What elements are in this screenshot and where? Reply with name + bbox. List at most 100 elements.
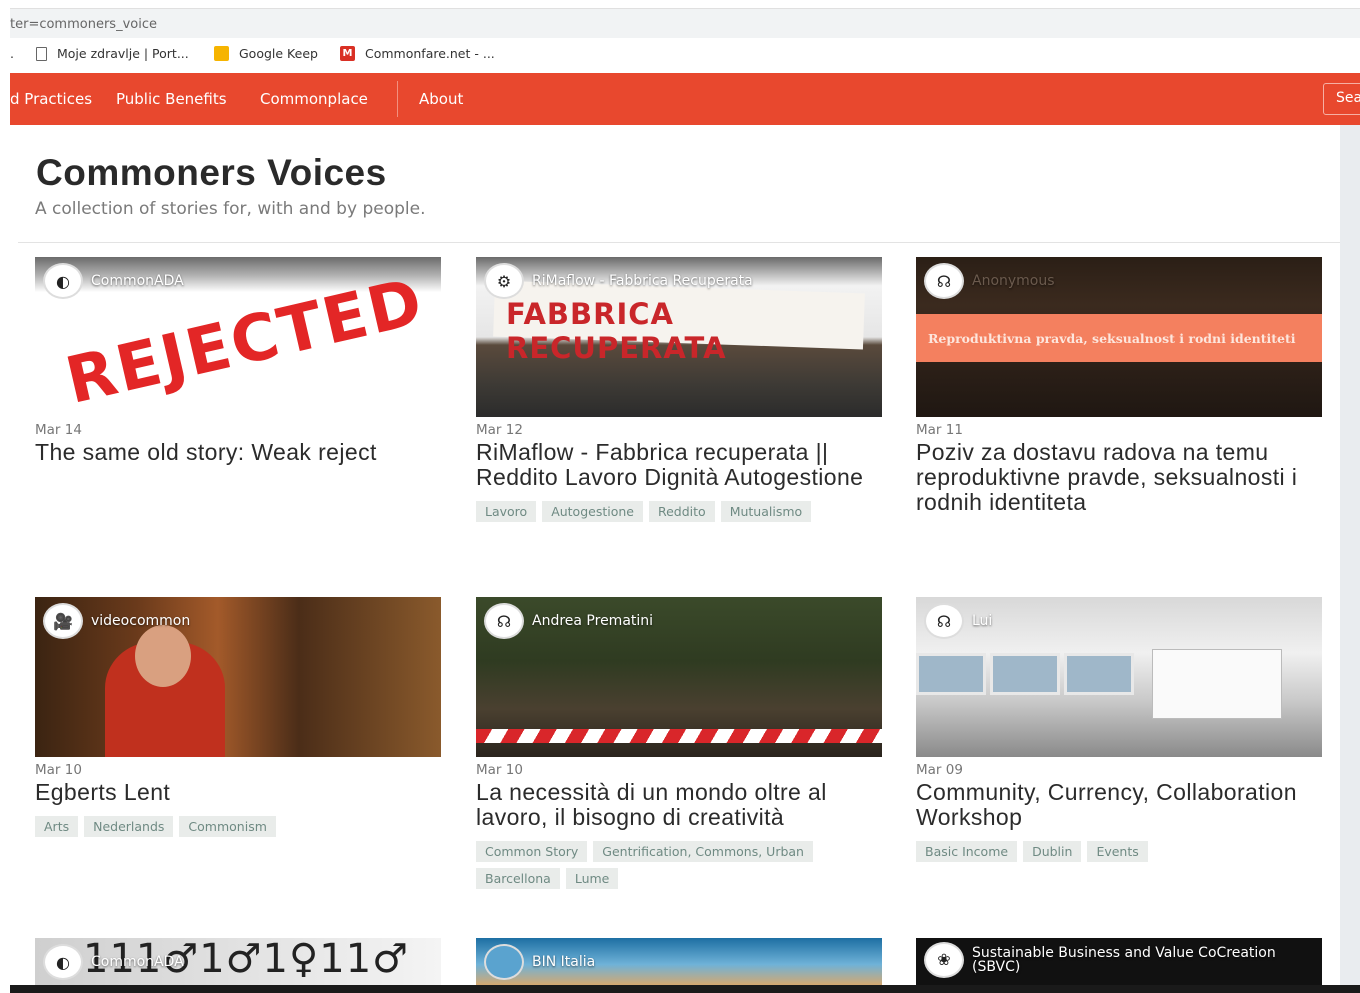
tag[interactable]: Autogestione bbox=[542, 501, 643, 522]
bookmark-commonfare[interactable]: M Commonfare.net - ... bbox=[340, 46, 495, 61]
nav-item-commonplace[interactable]: Commonplace bbox=[260, 90, 368, 108]
story-card[interactable]: Reproduktivna pravda, seksualnost i rodn… bbox=[916, 257, 1322, 515]
gmail-icon: M bbox=[340, 46, 355, 61]
author-name: Anonymous bbox=[972, 273, 1055, 289]
story-image[interactable]: ❀ Sustainable Business and Value CoCreat… bbox=[916, 938, 1322, 986]
author[interactable]: ◐ CommonADA bbox=[43, 944, 184, 980]
story-image[interactable]: BIN Italia bbox=[476, 938, 882, 986]
story-title[interactable]: RiMaflow - Fabbrica recuperata || Reddit… bbox=[476, 440, 882, 490]
window-edge bbox=[0, 0, 10, 993]
author-name: CommonADA bbox=[91, 954, 184, 970]
window bbox=[1064, 653, 1134, 695]
story-card[interactable]: ☊ Andrea Prematini Mar 10 La necessità d… bbox=[476, 597, 882, 889]
tag[interactable]: Events bbox=[1087, 841, 1148, 862]
story-card[interactable]: BIN Italia bbox=[476, 938, 882, 986]
page-icon bbox=[36, 46, 47, 61]
bookmark-separator: . bbox=[10, 46, 14, 61]
tag[interactable]: Lume bbox=[565, 868, 619, 889]
story-card[interactable]: REJECTED ◐ CommonADA Mar 14 The same old… bbox=[35, 257, 441, 465]
window bbox=[916, 653, 986, 695]
tag[interactable]: Mutualismo bbox=[720, 501, 812, 522]
avatar: ⚙ bbox=[484, 263, 524, 299]
story-title[interactable]: Poziv za dostavu radova na temu reproduk… bbox=[916, 440, 1322, 515]
tag[interactable]: Lavoro bbox=[476, 501, 537, 522]
tag[interactable]: Commonism bbox=[179, 816, 276, 837]
author-name: Sustainable Business and Value CoCreatio… bbox=[972, 945, 1276, 975]
author-name: Andrea Prematini bbox=[532, 613, 654, 629]
story-title[interactable]: Community, Currency, Collaboration Works… bbox=[916, 780, 1322, 830]
bookmark-google-keep[interactable]: Google Keep bbox=[214, 46, 318, 61]
tag[interactable]: Common Story bbox=[476, 841, 588, 862]
story-image[interactable]: 🎥 videocommon bbox=[35, 597, 441, 757]
story-title[interactable]: La necessità di un mondo oltre al lavoro… bbox=[476, 780, 882, 830]
story-date: Mar 09 bbox=[916, 762, 963, 778]
avatar bbox=[484, 944, 524, 980]
story-card[interactable]: 111♂1♂1♀11♂ ◐ CommonADA bbox=[35, 938, 441, 986]
story-date: Mar 14 bbox=[35, 422, 82, 438]
whiteboard bbox=[1152, 649, 1282, 719]
author[interactable]: 🎥 videocommon bbox=[43, 603, 190, 639]
story-image[interactable]: FABBRICA RECUPERATA ⚙ RiMaflow - Fabbric… bbox=[476, 257, 882, 417]
image-text: Reproduktivna pravda, seksualnost i rodn… bbox=[928, 331, 1296, 346]
main-content: Commoners Voices A collection of stories… bbox=[18, 125, 1340, 993]
story-image[interactable]: Reproduktivna pravda, seksualnost i rodn… bbox=[916, 257, 1322, 417]
author[interactable]: BIN Italia bbox=[484, 944, 595, 980]
avatar: ❀ bbox=[924, 942, 964, 978]
story-title[interactable]: The same old story: Weak reject bbox=[35, 440, 441, 465]
page-background bbox=[1340, 125, 1360, 993]
tag-list: Basic Income Dublin Events bbox=[916, 841, 1322, 862]
story-image[interactable]: 111♂1♂1♀11♂ ◐ CommonADA bbox=[35, 938, 441, 986]
window bbox=[990, 653, 1060, 695]
tag[interactable]: Reddito bbox=[648, 501, 715, 522]
tag-list: Arts Nederlands Commonism bbox=[35, 816, 441, 837]
keep-icon bbox=[214, 46, 229, 61]
author[interactable]: ☊ Lui bbox=[924, 603, 992, 639]
story-title[interactable]: Egberts Lent bbox=[35, 780, 441, 805]
nav-divider bbox=[397, 81, 398, 117]
tag-list: Common Story Gentrification, Commons, Ur… bbox=[476, 841, 882, 889]
author[interactable]: ◐ CommonADA bbox=[43, 263, 184, 299]
tag-list: Lavoro Autogestione Reddito Mutualismo bbox=[476, 501, 882, 522]
nav-item-public-benefits[interactable]: Public Benefits bbox=[116, 90, 227, 108]
story-image[interactable]: REJECTED ◐ CommonADA bbox=[35, 257, 441, 417]
divider bbox=[18, 242, 1340, 243]
window-bottom-edge bbox=[0, 985, 1360, 993]
nav-item-about[interactable]: About bbox=[419, 90, 463, 108]
story-date: Mar 12 bbox=[476, 422, 523, 438]
bookmark-moje-zdravlje[interactable]: Moje zdravlje | Port... bbox=[36, 46, 189, 61]
author[interactable]: ☊ Andrea Prematini bbox=[484, 603, 653, 639]
barrier-stripes bbox=[476, 729, 882, 743]
tag[interactable]: Arts bbox=[35, 816, 79, 837]
bookmark-label: Moje zdravlje | Port... bbox=[57, 46, 189, 61]
author-name: CommonADA bbox=[91, 273, 184, 289]
tag[interactable]: Barcellona bbox=[476, 868, 560, 889]
story-image[interactable]: ☊ Andrea Prematini bbox=[476, 597, 882, 757]
bookmark-label: Commonfare.net - ... bbox=[365, 46, 495, 61]
author[interactable]: ⚙ RiMaflow - Fabbrica Recuperata bbox=[484, 263, 753, 299]
author-name: RiMaflow - Fabbrica Recuperata bbox=[532, 273, 753, 289]
url-text[interactable]: ter=commoners_voice bbox=[10, 17, 157, 32]
author[interactable]: ❀ Sustainable Business and Value CoCreat… bbox=[924, 942, 1284, 978]
site-navbar: d Practices Public Benefits Commonplace … bbox=[10, 73, 1360, 125]
tag[interactable]: Basic Income bbox=[916, 841, 1018, 862]
nav-item-practices[interactable]: d Practices bbox=[10, 90, 92, 108]
story-card[interactable]: 🎥 videocommon Mar 10 Egberts Lent Arts N… bbox=[35, 597, 441, 837]
story-card[interactable]: ❀ Sustainable Business and Value CoCreat… bbox=[916, 938, 1322, 986]
story-image[interactable]: ☊ Lui bbox=[916, 597, 1322, 757]
bookmarks-bar: . Moje zdravlje | Port... Google Keep M … bbox=[10, 38, 1360, 72]
story-card[interactable]: FABBRICA RECUPERATA ⚙ RiMaflow - Fabbric… bbox=[476, 257, 882, 522]
avatar: ☊ bbox=[924, 603, 964, 639]
avatar: 🎥 bbox=[43, 603, 83, 639]
search-input[interactable]: Sea bbox=[1323, 83, 1360, 115]
tag[interactable]: Dublin bbox=[1023, 841, 1082, 862]
author-name: Lui bbox=[972, 613, 993, 629]
address-bar[interactable]: ter=commoners_voice bbox=[10, 8, 1360, 38]
bookmark-label: Google Keep bbox=[239, 46, 318, 61]
avatar: ◐ bbox=[43, 944, 83, 980]
tag[interactable]: Gentrification, Commons, Urban bbox=[593, 841, 813, 862]
story-date: Mar 11 bbox=[916, 422, 963, 438]
author[interactable]: ☊ Anonymous bbox=[924, 263, 1055, 299]
tag[interactable]: Nederlands bbox=[84, 816, 174, 837]
story-card[interactable]: ☊ Lui Mar 09 Community, Currency, Collab… bbox=[916, 597, 1322, 862]
story-date: Mar 10 bbox=[35, 762, 82, 778]
